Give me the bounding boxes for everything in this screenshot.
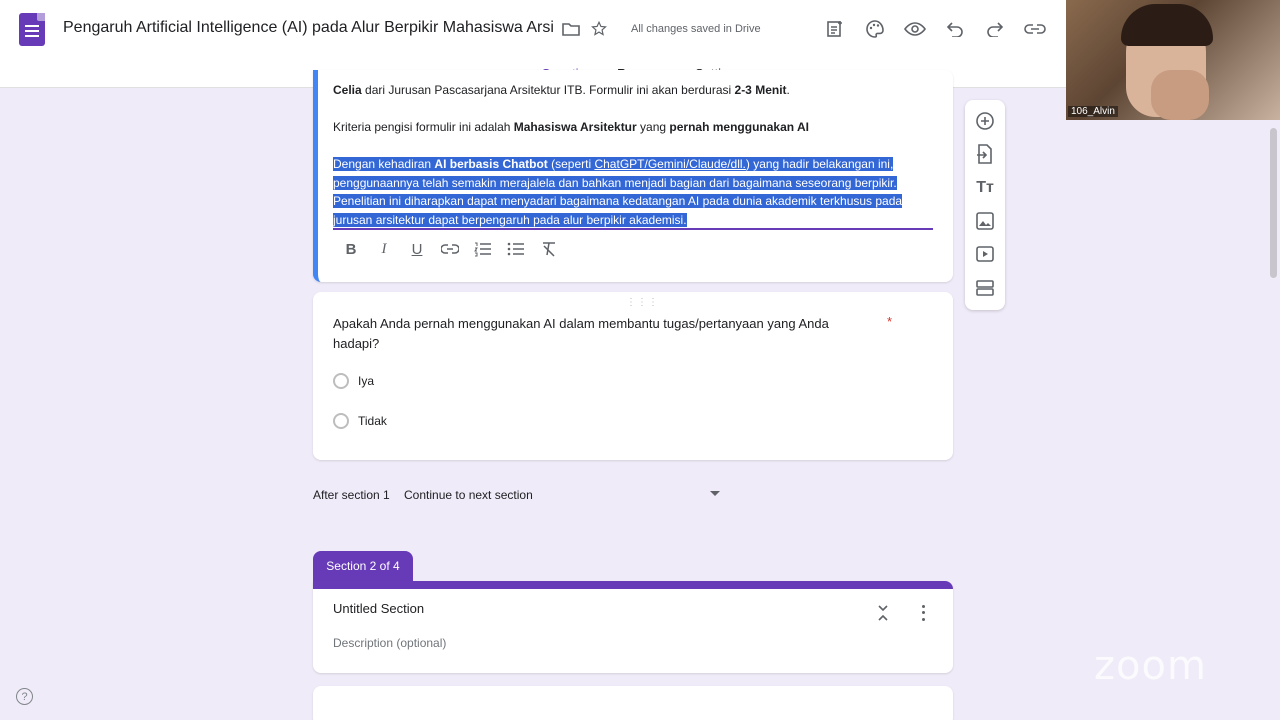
description-criteria-line: Kriteria pengisi formulir ini adalah Mah… — [333, 120, 809, 134]
required-asterisk: * — [887, 314, 893, 329]
form-title[interactable]: Pengaruh Artificial Intelligence (AI) pa… — [63, 19, 554, 37]
bulleted-list-icon[interactable] — [505, 238, 527, 260]
description-line-0: Celia dari Jurusan Pascasarjana Arsitekt… — [333, 83, 790, 97]
add-image-icon[interactable] — [973, 209, 997, 233]
form-description-card[interactable]: Celia dari Jurusan Pascasarjana Arsitekt… — [313, 70, 953, 282]
radio-circle-icon[interactable] — [333, 373, 349, 389]
undo-icon[interactable] — [943, 17, 967, 41]
add-title-description-icon[interactable]: Tт — [973, 176, 997, 200]
add-question-icon[interactable] — [973, 109, 997, 133]
participant-video-tile[interactable]: 106_Alvin — [1066, 0, 1280, 120]
addon-icon[interactable] — [823, 17, 847, 41]
scrollbar-thumb[interactable] — [1270, 128, 1277, 278]
palette-icon[interactable] — [863, 17, 887, 41]
selected-description-text[interactable]: Dengan kehadiran AI berbasis Chatbot (se… — [333, 155, 933, 229]
italic-button[interactable]: I — [373, 238, 395, 260]
insert-link-icon[interactable] — [439, 238, 461, 260]
section-header-card[interactable]: Untitled Section Description (optional) — [313, 581, 953, 673]
after-section-dropdown[interactable]: Continue to next section — [404, 488, 533, 502]
next-question-card[interactable] — [313, 686, 953, 720]
active-field-underline — [333, 228, 933, 230]
link-icon[interactable] — [1023, 17, 1047, 41]
save-status: All changes saved in Drive — [631, 23, 761, 35]
radio-circle-icon[interactable] — [333, 413, 349, 429]
import-questions-icon[interactable] — [973, 142, 997, 166]
collapse-section-icon[interactable] — [875, 603, 891, 623]
clear-formatting-icon[interactable] — [538, 238, 560, 260]
question-card[interactable]: ⋮⋮⋮ Apakah Anda pernah menggunakan AI da… — [313, 292, 953, 460]
option-label: Iya — [358, 374, 375, 388]
star-icon[interactable] — [587, 17, 611, 41]
question-title[interactable]: Apakah Anda pernah menggunakan AI dalam … — [333, 314, 863, 354]
floating-toolbar: Tт — [965, 100, 1005, 310]
numbered-list-icon[interactable] — [472, 238, 494, 260]
bold-button[interactable]: B — [340, 238, 362, 260]
redo-icon[interactable] — [983, 17, 1007, 41]
option-tidak[interactable]: Tidak — [333, 411, 387, 431]
underline-button[interactable]: U — [406, 238, 428, 260]
zoom-watermark-logo: zoom — [1094, 643, 1207, 689]
preview-eye-icon[interactable] — [903, 17, 927, 41]
dropdown-caret-icon[interactable] — [710, 491, 720, 496]
participant-name: 106_Alvin — [1068, 106, 1118, 117]
after-section-label: After section 1 — [313, 488, 390, 502]
option-label: Tidak — [358, 414, 387, 428]
drag-handle-icon[interactable]: ⋮⋮⋮ — [626, 297, 659, 308]
option-iya[interactable]: Iya — [333, 371, 374, 391]
section-badge: Section 2 of 4 — [313, 551, 413, 581]
more-options-icon[interactable] — [917, 603, 929, 623]
section-description-field[interactable]: Description (optional) — [333, 636, 446, 650]
help-icon[interactable]: ? — [16, 688, 33, 705]
add-section-icon[interactable] — [973, 276, 997, 300]
folder-icon[interactable] — [559, 17, 583, 41]
description-link: ChatGPT/Gemini/Claude/dll. — [594, 157, 746, 171]
add-video-icon[interactable] — [973, 242, 997, 266]
google-forms-logo-icon[interactable] — [19, 13, 45, 46]
section-title[interactable]: Untitled Section — [333, 601, 424, 616]
